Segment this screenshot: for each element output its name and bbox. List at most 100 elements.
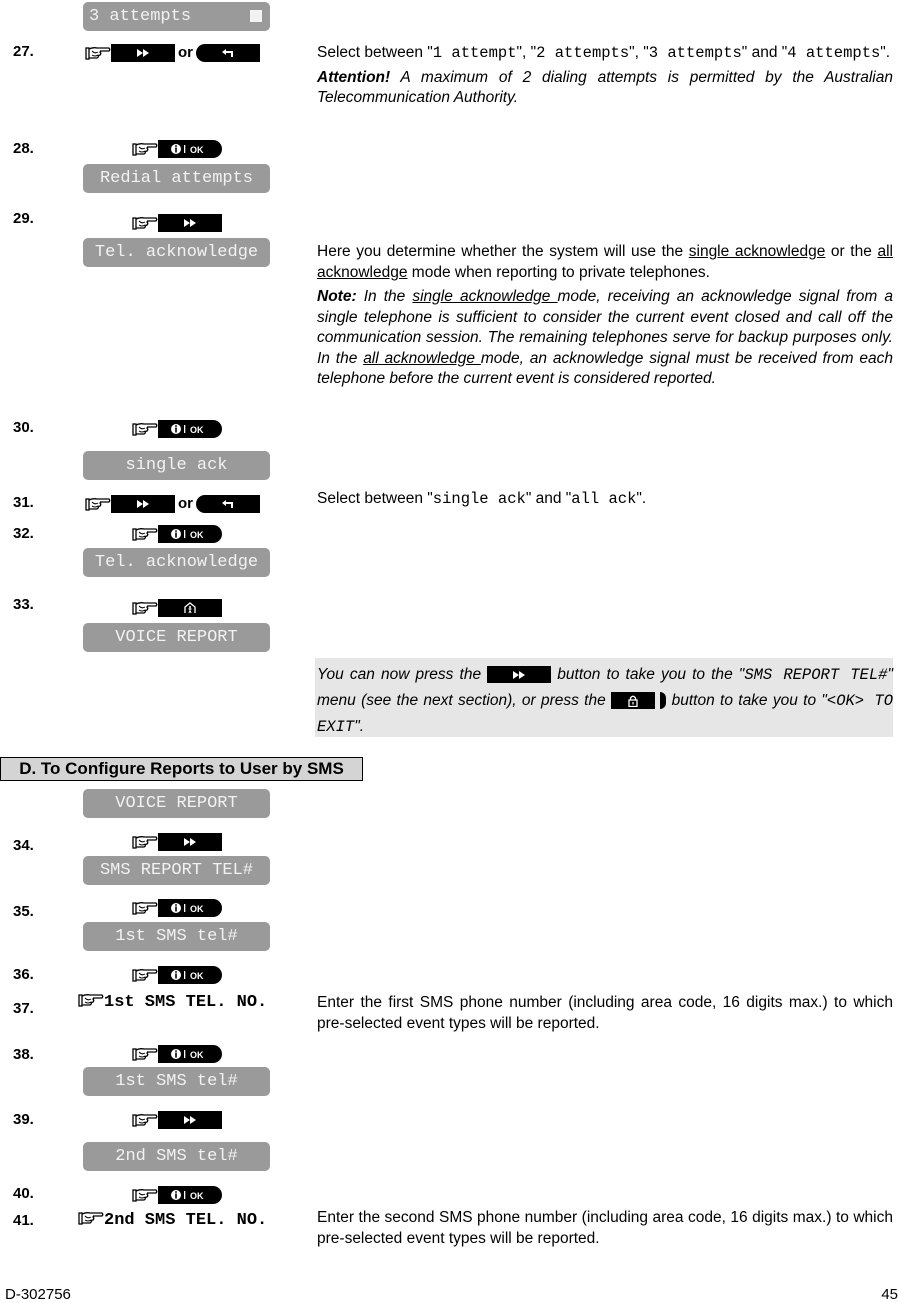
pointing-hand-icon bbox=[132, 215, 158, 231]
phone-entry[interactable]: 2nd SMS TEL. NO. bbox=[78, 1210, 267, 1230]
lock-key-button[interactable] bbox=[611, 692, 656, 710]
ok-key-button[interactable]: OK bbox=[158, 966, 222, 984]
cursor-block-icon bbox=[250, 10, 262, 22]
step-number: 38. bbox=[13, 1046, 34, 1063]
key-sequence bbox=[132, 214, 222, 232]
step-number: 37. bbox=[13, 1000, 34, 1017]
text: e " bbox=[724, 666, 745, 683]
text: ". bbox=[636, 490, 647, 507]
pointing-hand-icon bbox=[132, 1187, 158, 1203]
single-acknowledge-term: single acknowledge bbox=[688, 243, 826, 260]
pointing-hand-icon bbox=[132, 600, 158, 616]
key-sequence: or bbox=[85, 44, 260, 62]
lcd-display: 1st SMS tel# bbox=[83, 922, 270, 951]
lcd-display: 2nd SMS tel# bbox=[83, 1142, 270, 1171]
return-arrow-icon bbox=[222, 49, 233, 57]
key-sequence: OK bbox=[132, 1045, 222, 1063]
phone-entry[interactable]: 1st SMS TEL. NO. bbox=[78, 992, 267, 1012]
info-ok-icon: OK bbox=[171, 970, 204, 981]
svg-text:OK: OK bbox=[190, 530, 204, 540]
lcd-display: Redial attempts bbox=[83, 164, 270, 193]
text: ". bbox=[354, 718, 365, 735]
next-key-button[interactable] bbox=[487, 666, 552, 684]
pointing-hand-icon bbox=[132, 141, 158, 157]
option-single-ack: single ack bbox=[432, 490, 526, 508]
step-number: 29. bbox=[13, 210, 34, 227]
fast-forward-icon bbox=[184, 219, 196, 227]
key-sequence: or bbox=[85, 495, 260, 513]
ok-key-button[interactable]: OK bbox=[158, 420, 222, 438]
attention-text: A maximum of 2 dialing attempts is permi… bbox=[317, 68, 893, 107]
step-31-description: Select between "single ack" and "all ack… bbox=[317, 489, 893, 514]
home-key-button[interactable] bbox=[158, 599, 222, 617]
ack-options-text: Select between "single ack" and "all ack… bbox=[317, 489, 893, 510]
pointing-hand-icon bbox=[132, 967, 158, 983]
text: " and " bbox=[525, 490, 572, 507]
ok-key-button[interactable]: OK bbox=[158, 1186, 222, 1204]
ack-note: Note: In the single acknowledge mode, re… bbox=[317, 287, 893, 390]
next-key-button[interactable] bbox=[111, 495, 175, 513]
step-number: 30. bbox=[13, 419, 34, 436]
menu-name: SMS REPORT TEL# bbox=[744, 666, 888, 684]
info-ok-icon: OK bbox=[171, 424, 204, 435]
lcd-display: 1st SMS tel# bbox=[83, 1067, 270, 1096]
pointing-hand-icon bbox=[132, 1112, 158, 1128]
ack-mode-text: Here you determine whether the system wi… bbox=[317, 242, 893, 283]
fast-forward-icon bbox=[137, 500, 149, 508]
step-number: 35. bbox=[13, 903, 34, 920]
svg-text:OK: OK bbox=[190, 904, 204, 914]
ok-key-button[interactable]: OK bbox=[158, 899, 222, 917]
back-key-button[interactable] bbox=[196, 495, 260, 513]
step-41-description: Enter the second SMS phone number (inclu… bbox=[317, 1208, 893, 1253]
text: mode when reporting to private telephone… bbox=[407, 263, 710, 281]
pointing-hand-icon bbox=[85, 45, 111, 61]
attention-note: Attention! A maximum of 2 dialing attemp… bbox=[317, 68, 893, 109]
document-id: D-302756 bbox=[5, 1286, 71, 1303]
svg-text:OK: OK bbox=[190, 425, 204, 435]
key-sequence bbox=[132, 833, 222, 851]
text: Here you determine whether the system wi… bbox=[317, 243, 689, 260]
svg-text:OK: OK bbox=[190, 1191, 204, 1201]
pointing-hand-icon bbox=[132, 834, 158, 850]
step-number: 31. bbox=[13, 494, 34, 511]
info-ok-icon: OK bbox=[171, 903, 204, 914]
second-sms-instruction: Enter the second SMS phone number (inclu… bbox=[317, 1209, 893, 1247]
next-key-button[interactable] bbox=[111, 44, 175, 62]
back-key-button[interactable] bbox=[196, 44, 260, 62]
section-heading: D. To Configure Reports to User by SMS bbox=[0, 757, 363, 781]
ok-key-button[interactable]: OK bbox=[158, 525, 222, 543]
ok-key-button[interactable]: OK bbox=[158, 1045, 222, 1063]
attention-label: Attention! bbox=[317, 68, 391, 86]
or-label: or bbox=[178, 495, 193, 512]
step-37-description: Enter the first SMS phone number (includ… bbox=[317, 993, 893, 1038]
lcd-display: single ack bbox=[83, 451, 270, 480]
text: button to take you to " bbox=[666, 692, 827, 709]
lcd-display: 3 attempts bbox=[83, 2, 270, 31]
next-key-button[interactable] bbox=[158, 214, 222, 232]
attempts-options-text: Select between "1 attempt", "2 attempts"… bbox=[317, 44, 891, 62]
next-key-button[interactable] bbox=[158, 1111, 222, 1129]
info-ok-icon: OK bbox=[171, 144, 204, 155]
key-sequence bbox=[132, 1111, 222, 1129]
key-sequence bbox=[132, 599, 222, 617]
key-sequence: OK bbox=[132, 140, 222, 158]
fast-forward-icon bbox=[184, 1116, 196, 1124]
key-sequence: OK bbox=[132, 899, 222, 917]
ok-key-button[interactable]: OK bbox=[158, 140, 222, 158]
step-number: 28. bbox=[13, 140, 34, 157]
lock-icon bbox=[628, 695, 638, 707]
svg-text:OK: OK bbox=[190, 145, 204, 155]
lcd-display: VOICE REPORT bbox=[83, 623, 270, 652]
page-number: 45 bbox=[881, 1286, 898, 1303]
info-ok-icon: OK bbox=[171, 529, 204, 540]
step-29-description: Here you determine whether the system wi… bbox=[317, 242, 893, 394]
fast-forward-icon bbox=[184, 838, 196, 846]
all-acknowledge-term: all acknowledge bbox=[363, 349, 481, 367]
svg-text:OK: OK bbox=[190, 971, 204, 981]
key-sequence: OK bbox=[132, 966, 222, 984]
lcd-display: Tel. acknowledge bbox=[83, 548, 270, 577]
next-key-button[interactable] bbox=[158, 833, 222, 851]
text: You can now press the bbox=[317, 666, 488, 683]
key-sequence: OK bbox=[132, 1186, 222, 1204]
key-sequence: OK bbox=[132, 525, 222, 543]
